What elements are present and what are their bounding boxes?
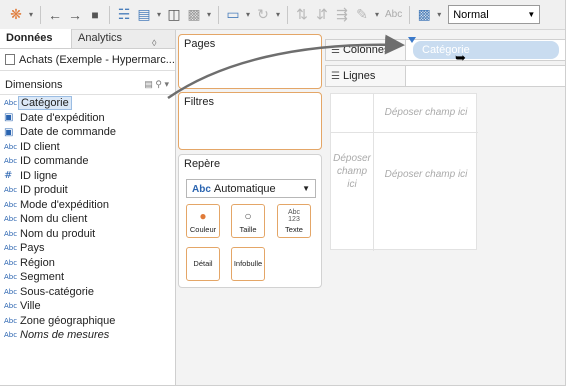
drag-cursor-icon: ➥ xyxy=(455,50,466,65)
tableau-window: ❋ ▾ ← → ■ ☵ ▤ ▾ ◫ ▩ ▾ ▭ ▾ ↻ ▾ ⇅ ⇵ ⇶ ✎ ▾ … xyxy=(0,0,566,386)
drag-arrow xyxy=(167,34,405,100)
